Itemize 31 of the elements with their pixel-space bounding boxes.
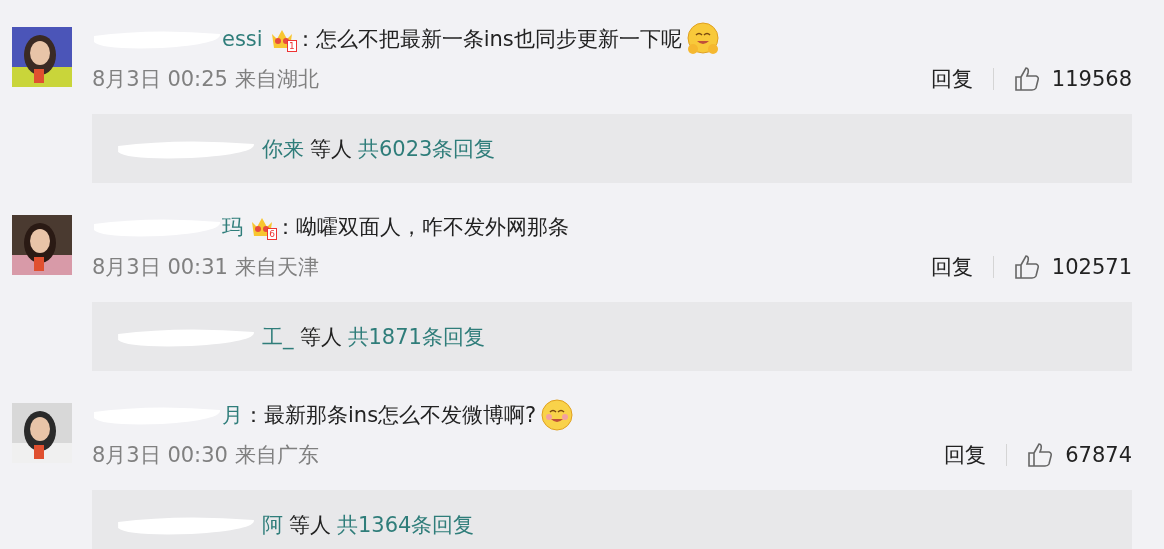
- level-badge: 1: [286, 40, 297, 52]
- user-name[interactable]: 玛: [222, 213, 243, 241]
- user-name[interactable]: 月: [222, 401, 243, 429]
- reply-count-link[interactable]: 共1871条回复: [347, 322, 485, 351]
- reply-count-link[interactable]: 共6023条回复: [358, 134, 496, 163]
- user-name[interactable]: essi: [222, 27, 263, 51]
- reply-user-name[interactable]: 工_: [262, 322, 294, 351]
- reply-button[interactable]: 回复: [930, 253, 973, 281]
- thumbs-up-icon[interactable]: [1027, 442, 1054, 468]
- reply-count-link[interactable]: 共1364条回复: [337, 510, 475, 539]
- level-badge: 6: [267, 228, 277, 240]
- reply-button[interactable]: 回复: [944, 441, 987, 469]
- reply-suffix: 等人: [299, 323, 342, 351]
- thumbs-up-icon[interactable]: [1013, 254, 1040, 280]
- reply-button[interactable]: 回复: [930, 65, 973, 93]
- smile-emoji-icon: [540, 398, 575, 432]
- reply-user-name[interactable]: 你来: [262, 134, 304, 163]
- reply-suffix: 等人: [310, 135, 352, 163]
- hugging-emoji-icon: [685, 22, 720, 56]
- reply-suffix: 等人: [289, 511, 331, 539]
- comment-date: 8月3日 00:30 来自广东: [92, 442, 320, 469]
- comment-date: 8月3日 00:25 来自湖北: [92, 66, 320, 93]
- comment-text: ：呦嚯双面人，咋不发外网那条: [275, 214, 569, 241]
- reply-user-name[interactable]: 阿: [262, 510, 283, 539]
- comment-text: ：怎么不把最新一条ins也同步更新一下呢: [294, 26, 682, 53]
- like-count: 119568: [1051, 67, 1132, 91]
- comment-text: ：最新那条ins怎么不发微博啊?: [243, 402, 537, 429]
- comment-date: 8月3日 00:31 来自天津: [92, 254, 320, 281]
- like-count: 102571: [1051, 255, 1132, 279]
- like-count: 67874: [1065, 443, 1132, 467]
- thumbs-up-icon[interactable]: [1013, 66, 1040, 92]
